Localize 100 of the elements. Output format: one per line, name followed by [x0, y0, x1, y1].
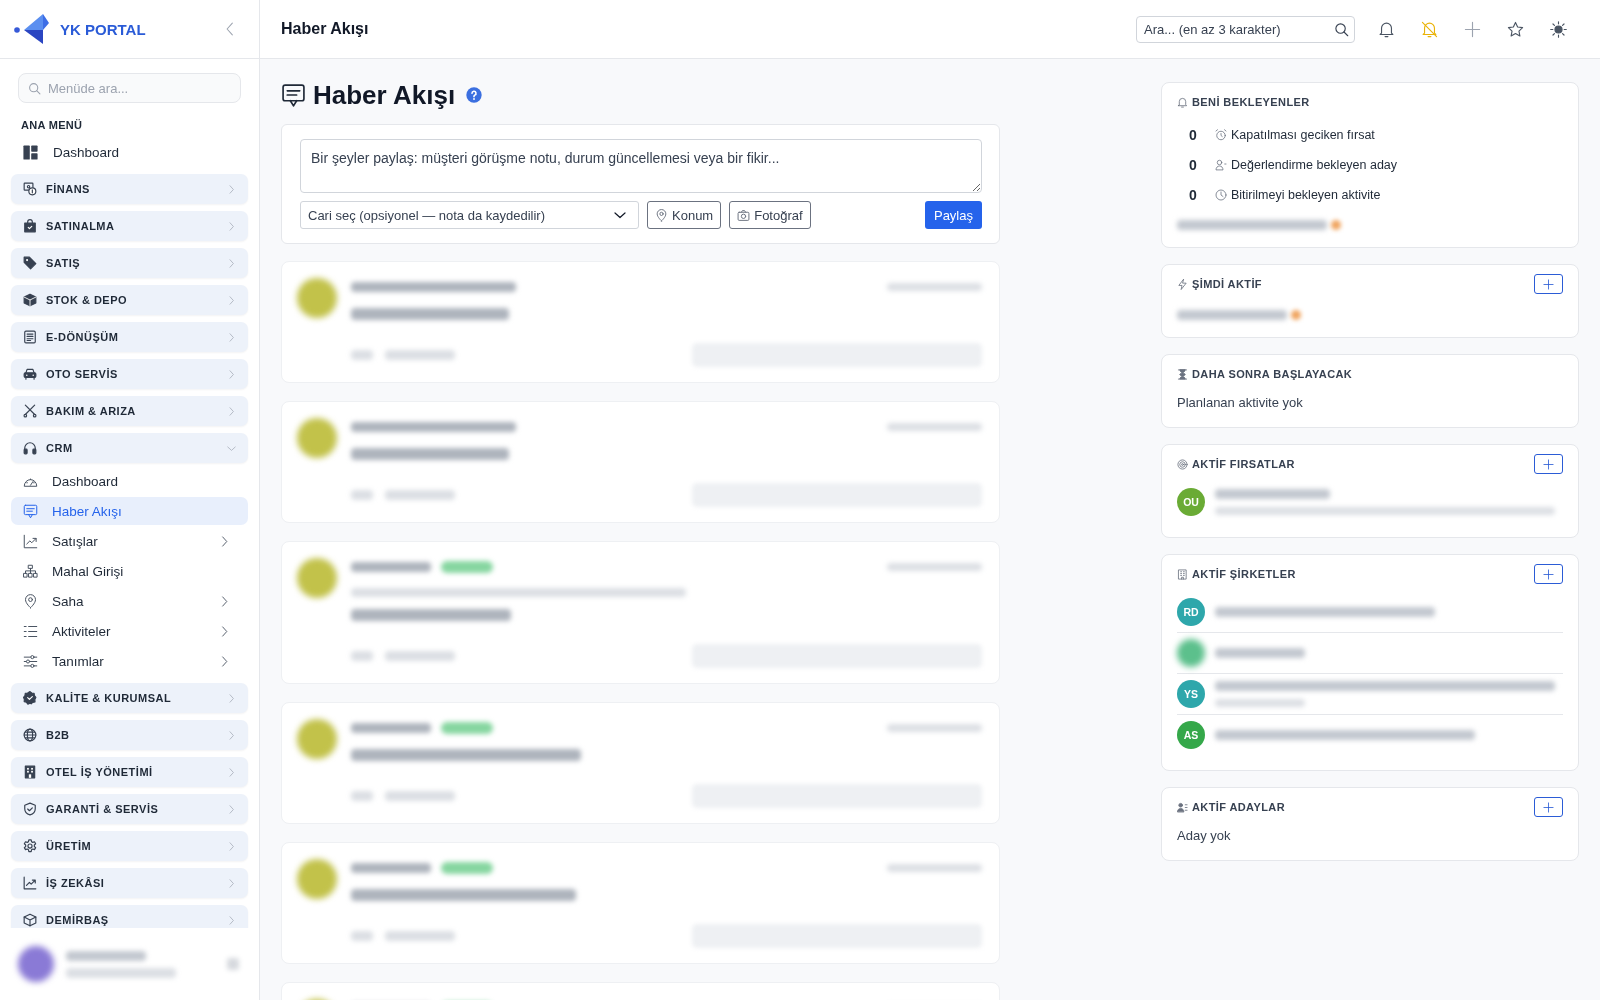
- blurred-tag: [441, 862, 493, 874]
- message-icon: [281, 82, 306, 108]
- gear-icon: [23, 839, 37, 853]
- blurred-text: [351, 490, 373, 500]
- count-value: 0: [1188, 157, 1198, 173]
- bell-off-icon: [1420, 20, 1438, 38]
- widget-title: BENİ BEKLEYENLER: [1192, 96, 1310, 108]
- nav-group[interactable]: SATIŞ: [11, 248, 248, 278]
- nav-item[interactable]: Aktiviteler: [11, 617, 248, 645]
- nav-group[interactable]: OTO SERVİS: [11, 359, 248, 389]
- nav-group[interactable]: STOK & DEPO: [11, 285, 248, 315]
- location-button[interactable]: Konum: [647, 201, 722, 229]
- count-label: Değerlendirme bekleyen aday: [1231, 158, 1398, 172]
- nav-group[interactable]: İŞ ZEKÂSI: [11, 868, 248, 898]
- cube-icon: [23, 913, 37, 927]
- empty-text: Aday yok: [1177, 827, 1232, 845]
- alarm-clock-icon: [1215, 129, 1227, 141]
- building-icon: [23, 765, 37, 779]
- badge-icon: [23, 691, 37, 705]
- post-input[interactable]: Bir şeyler paylaş: müşteri görüşme notu, durum güncellemesi veya bir fikir...: [300, 139, 982, 193]
- empty-text: Planlanan aktivite yok: [1177, 394, 1304, 412]
- camera-icon: [737, 208, 751, 222]
- search-icon: [28, 82, 41, 95]
- count-label: Kapatılması geciken fırsat: [1231, 128, 1375, 142]
- chart-icon: [23, 533, 38, 549]
- nav-group[interactable]: KALİTE & KURUMSAL: [11, 683, 248, 713]
- blurred-avatar: [297, 859, 337, 899]
- brand-name: YK PORTAL: [60, 20, 146, 38]
- document-icon: [23, 330, 37, 344]
- add-button[interactable]: [1534, 274, 1563, 294]
- hourglass-icon: [1177, 368, 1188, 380]
- share-button[interactable]: Paylaş: [924, 201, 982, 229]
- nav-group[interactable]: B2B: [11, 720, 248, 750]
- photo-button[interactable]: Fotoğraf: [729, 201, 811, 229]
- blurred-text: [351, 931, 373, 941]
- nav-group[interactable]: ÜRETİM: [11, 831, 248, 861]
- nav-item[interactable]: Dashboard: [11, 137, 248, 167]
- blurred-text: [385, 651, 455, 661]
- menu-search-field[interactable]: Menüde ara...: [18, 73, 241, 103]
- sun-icon: [1549, 20, 1567, 38]
- avatar: RD: [1177, 598, 1205, 626]
- blurred-text: [385, 791, 455, 801]
- user-icon: [1215, 159, 1227, 171]
- plus-icon: [1543, 458, 1554, 470]
- nav-item[interactable]: Mahal Girişi: [11, 557, 248, 585]
- customer-select[interactable]: Cari seç (opsiyonel — nota da kaydedilir): [300, 201, 639, 229]
- widget-title: AKTİF FIRSATLAR: [1192, 458, 1295, 470]
- nav-item[interactable]: Tanımlar: [11, 647, 248, 675]
- nav-group[interactable]: CRM: [11, 433, 248, 463]
- bell-icon: [1377, 20, 1395, 38]
- blurred-text: [351, 791, 373, 801]
- add-button[interactable]: [1534, 564, 1563, 584]
- building-icon: [1177, 568, 1188, 580]
- car-icon: [23, 367, 37, 381]
- message-icon: [23, 503, 38, 519]
- blurred-text: [385, 490, 455, 500]
- logo-icon: [14, 13, 50, 45]
- search-field[interactable]: Ara... (en az 3 karakter): [1136, 15, 1355, 43]
- blurred-text: [385, 350, 455, 360]
- nav-item[interactable]: Dashboard: [11, 467, 248, 495]
- nav-group[interactable]: FİNANS: [11, 174, 248, 204]
- avatar: YS: [1177, 680, 1205, 708]
- pin-icon: [23, 593, 38, 609]
- blurred-avatar: [297, 418, 337, 458]
- target-icon: [1177, 458, 1188, 470]
- nav-group[interactable]: OTEL İŞ YÖNETİMİ: [11, 757, 248, 787]
- blurred-text: [351, 651, 373, 661]
- shield-icon: [23, 802, 37, 816]
- add-button[interactable]: [1534, 454, 1563, 474]
- count-label: Bitirilmeyi bekleyen aktivite: [1231, 188, 1381, 202]
- headset-icon: [23, 441, 37, 455]
- blurred-text: [351, 350, 373, 360]
- plus-icon: [1463, 20, 1481, 38]
- widget-title: ŞİMDİ AKTİF: [1192, 278, 1262, 290]
- nav-group[interactable]: E-DÖNÜŞÜM: [11, 322, 248, 352]
- nav-item[interactable]: Satışlar: [11, 527, 248, 555]
- plus-icon: [1543, 278, 1554, 290]
- search-icon: [1334, 21, 1349, 37]
- nav-group[interactable]: BAKIM & ARIZA: [11, 396, 248, 426]
- nav-item[interactable]: Haber Akışı: [11, 497, 248, 525]
- tools-icon: [23, 404, 37, 418]
- help-icon: [466, 87, 483, 103]
- bag-icon: [23, 219, 37, 233]
- page-title: Haber Akışı: [313, 80, 456, 110]
- plus-icon: [1543, 568, 1554, 580]
- header-title: Haber Akışı: [281, 20, 369, 38]
- add-button[interactable]: [1534, 797, 1563, 817]
- globe-icon: [23, 728, 37, 742]
- nav-group[interactable]: GARANTİ & SERVİS: [11, 794, 248, 824]
- count-value: 0: [1188, 187, 1198, 203]
- blurred-emoji-icon: [1291, 310, 1301, 320]
- blurred-avatar: [297, 558, 337, 598]
- pin-icon: [655, 208, 668, 222]
- clock-icon: [1215, 189, 1227, 201]
- bell-icon: [1177, 96, 1188, 108]
- widget-title: DAHA SONRA BAŞLAYACAK: [1192, 368, 1353, 380]
- blurred-tag: [441, 722, 493, 734]
- nav-group[interactable]: SATINALMA: [11, 211, 248, 241]
- nav-group[interactable]: DEMİRBAŞ: [11, 905, 248, 928]
- nav-item[interactable]: Saha: [11, 587, 248, 615]
